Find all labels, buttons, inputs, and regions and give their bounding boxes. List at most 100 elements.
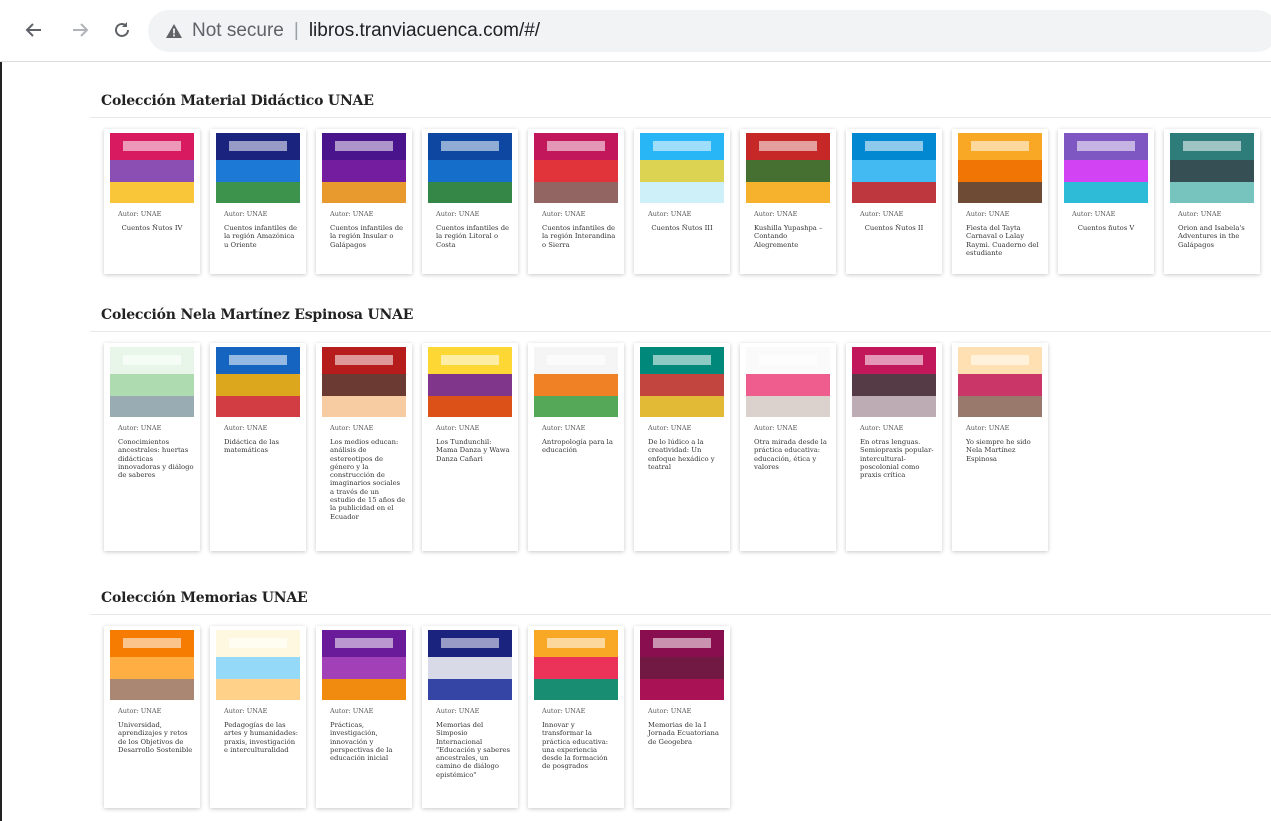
book-cover-image[interactable]	[534, 347, 618, 417]
book-title[interactable]: Antropología para la educación	[542, 438, 618, 455]
book-card[interactable]: Autor: UNAE Yo siempre he sido Nela Martí…	[952, 343, 1048, 551]
reload-button[interactable]	[108, 16, 136, 44]
book-author: Autor: UNAE	[330, 707, 374, 715]
section-divider	[90, 614, 1271, 615]
book-author: Autor: UNAE	[436, 707, 480, 715]
book-title[interactable]: Orion and Isabela's Adventures in the Ga…	[1178, 224, 1254, 249]
back-button[interactable]	[20, 16, 48, 44]
book-card[interactable]: Autor: UNAE Cuentos Ñutos II	[846, 129, 942, 274]
book-cover-image[interactable]	[428, 347, 512, 417]
book-cover-image[interactable]	[852, 347, 936, 417]
book-card[interactable]: Autor: UNAE Conocimientos ancestrales: hu…	[104, 343, 200, 551]
book-title[interactable]: Prácticas, investigación, innovación y p…	[330, 721, 406, 762]
book-cover-image[interactable]	[216, 630, 300, 700]
book-title[interactable]: Otra mirada desde la práctica educativa:…	[754, 438, 830, 471]
book-title[interactable]: Kushilla Yupashpa – Contando Alegremente	[754, 224, 830, 249]
book-cover-image[interactable]	[322, 630, 406, 700]
book-card[interactable]: Autor: UNAE Cuentos Ñutos IV	[104, 129, 200, 274]
url-text[interactable]: libros.tranviacuenca.com/#/	[309, 20, 540, 42]
book-author: Autor: UNAE	[754, 424, 798, 432]
book-card[interactable]: Autor: UNAE En otras lenguas. Semiopraxis…	[846, 343, 942, 551]
book-title[interactable]: Cuentos Ñutos II	[854, 224, 934, 232]
book-author: Autor: UNAE	[330, 424, 374, 432]
book-title[interactable]: Innovar y transformar la práctica educat…	[542, 721, 618, 771]
book-cover-image[interactable]	[1064, 133, 1148, 203]
book-title[interactable]: De lo lúdico a la creatividad: Un enfoqu…	[648, 438, 724, 471]
book-author: Autor: UNAE	[542, 210, 586, 218]
window-border	[0, 62, 2, 821]
address-bar[interactable]: Not secure | libros.tranviacuenca.com/#/	[148, 10, 1271, 52]
book-author: Autor: UNAE	[542, 707, 586, 715]
forward-button[interactable]	[66, 16, 94, 44]
book-card[interactable]: Autor: UNAE Otra mirada desde la práctica…	[740, 343, 836, 551]
book-title[interactable]: Cuentos ñutos V	[1066, 224, 1146, 232]
book-author: Autor: UNAE	[436, 424, 480, 432]
book-card[interactable]: Autor: UNAE Los Tundunchil: Mama Danza y …	[422, 343, 518, 551]
book-title[interactable]: Memorias de la I Jornada Ecuatoriana de …	[648, 721, 724, 746]
book-title[interactable]: Cuentos infantiles de la región Interand…	[542, 224, 618, 249]
book-title[interactable]: Cuentos Ñutos III	[642, 224, 722, 232]
book-cover-image[interactable]	[534, 630, 618, 700]
book-card[interactable]: Autor: UNAE Cuentos Ñutos III	[634, 129, 730, 274]
book-cover-image[interactable]	[428, 630, 512, 700]
book-cover-image[interactable]	[852, 133, 936, 203]
book-card[interactable]: Autor: UNAE Cuentos infantiles de la regi…	[210, 129, 306, 274]
book-author: Autor: UNAE	[118, 707, 162, 715]
book-cover-image[interactable]	[640, 630, 724, 700]
book-title[interactable]: Universidad, aprendizajes y retos de los…	[118, 721, 194, 754]
book-card[interactable]: Autor: UNAE Cuentos infantiles de la regi…	[528, 129, 624, 274]
book-title[interactable]: En otras lenguas. Semiopraxis popular-in…	[860, 438, 936, 479]
book-card[interactable]: Autor: UNAE Cuentos infantiles de la regi…	[316, 129, 412, 274]
book-card[interactable]: Autor: UNAE De lo lúdico a la creatividad…	[634, 343, 730, 551]
book-cover-image[interactable]	[110, 347, 194, 417]
warning-icon[interactable]	[164, 21, 184, 41]
book-card[interactable]: Autor: UNAE Cuentos infantiles de la regi…	[422, 129, 518, 274]
book-title[interactable]: Cuentos infantiles de la región Insular …	[330, 224, 406, 249]
book-title[interactable]: Yo siempre he sido Nela Martínez Espinos…	[966, 438, 1042, 463]
book-cover-image[interactable]	[958, 347, 1042, 417]
book-card[interactable]: Autor: UNAE Los medios educan: análisis d…	[316, 343, 412, 551]
book-author: Autor: UNAE	[1072, 210, 1116, 218]
book-title[interactable]: Pedagogías de las artes y humanidades: p…	[224, 721, 300, 754]
book-cover-image[interactable]	[110, 630, 194, 700]
book-cover-image[interactable]	[322, 133, 406, 203]
book-cover-image[interactable]	[746, 347, 830, 417]
book-card[interactable]: Autor: UNAE Fiesta del Tayta Carnaval o L…	[952, 129, 1048, 274]
book-cover-image[interactable]	[216, 347, 300, 417]
book-card[interactable]: Autor: UNAE Memorias de la I Jornada Ecua…	[634, 626, 730, 808]
url-separator: |	[293, 20, 299, 41]
book-card[interactable]: Autor: UNAE Cuentos ñutos V	[1058, 129, 1154, 274]
book-title[interactable]: Los Tundunchil: Mama Danza y Wawa Danza …	[436, 438, 512, 463]
book-card[interactable]: Autor: UNAE Universidad, aprendizajes y r…	[104, 626, 200, 808]
book-title[interactable]: Fiesta del Tayta Carnaval o Lalay Raymi.…	[966, 224, 1042, 257]
book-cover-image[interactable]	[534, 133, 618, 203]
book-cover-image[interactable]	[428, 133, 512, 203]
book-card[interactable]: Autor: UNAE Antropología para la educació…	[528, 343, 624, 551]
book-cover-image[interactable]	[746, 133, 830, 203]
book-title[interactable]: Cuentos infantiles de la región Amazónic…	[224, 224, 300, 249]
book-card[interactable]: Autor: UNAE Pedagogías de las artes y hum…	[210, 626, 306, 808]
book-card[interactable]: Autor: UNAE Kushilla Yupashpa – Contando …	[740, 129, 836, 274]
arrow-right-icon	[73, 23, 89, 37]
book-title[interactable]: Memorias del Simposio Internacional "Edu…	[436, 721, 512, 779]
book-card[interactable]: Autor: UNAE Memorias del Simposio Interna…	[422, 626, 518, 808]
section-title: Colección Material Didáctico UNAE	[101, 93, 374, 109]
book-title[interactable]: Conocimientos ancestrales: huertas didác…	[118, 438, 194, 479]
book-cover-image[interactable]	[640, 347, 724, 417]
book-cover-image[interactable]	[958, 133, 1042, 203]
book-title[interactable]: Didáctica de las matemáticas	[224, 438, 300, 455]
book-card[interactable]: Autor: UNAE Innovar y transformar la prác…	[528, 626, 624, 808]
book-author: Autor: UNAE	[118, 424, 162, 432]
book-title[interactable]: Los medios educan: análisis de estereoti…	[330, 438, 406, 521]
book-title[interactable]: Cuentos Ñutos IV	[112, 224, 192, 232]
book-cover-image[interactable]	[640, 133, 724, 203]
book-cover-image[interactable]	[322, 347, 406, 417]
book-card[interactable]: Autor: UNAE Prácticas, investigación, inn…	[316, 626, 412, 808]
book-card[interactable]: Autor: UNAE Didáctica de las matemáticas	[210, 343, 306, 551]
book-cover-image[interactable]	[216, 133, 300, 203]
book-cover-image[interactable]	[110, 133, 194, 203]
book-author: Autor: UNAE	[860, 210, 904, 218]
book-cover-image[interactable]	[1170, 133, 1254, 203]
book-card[interactable]: Autor: UNAE Orion and Isabela's Adventure…	[1164, 129, 1260, 274]
book-title[interactable]: Cuentos infantiles de la región Litoral …	[436, 224, 512, 249]
